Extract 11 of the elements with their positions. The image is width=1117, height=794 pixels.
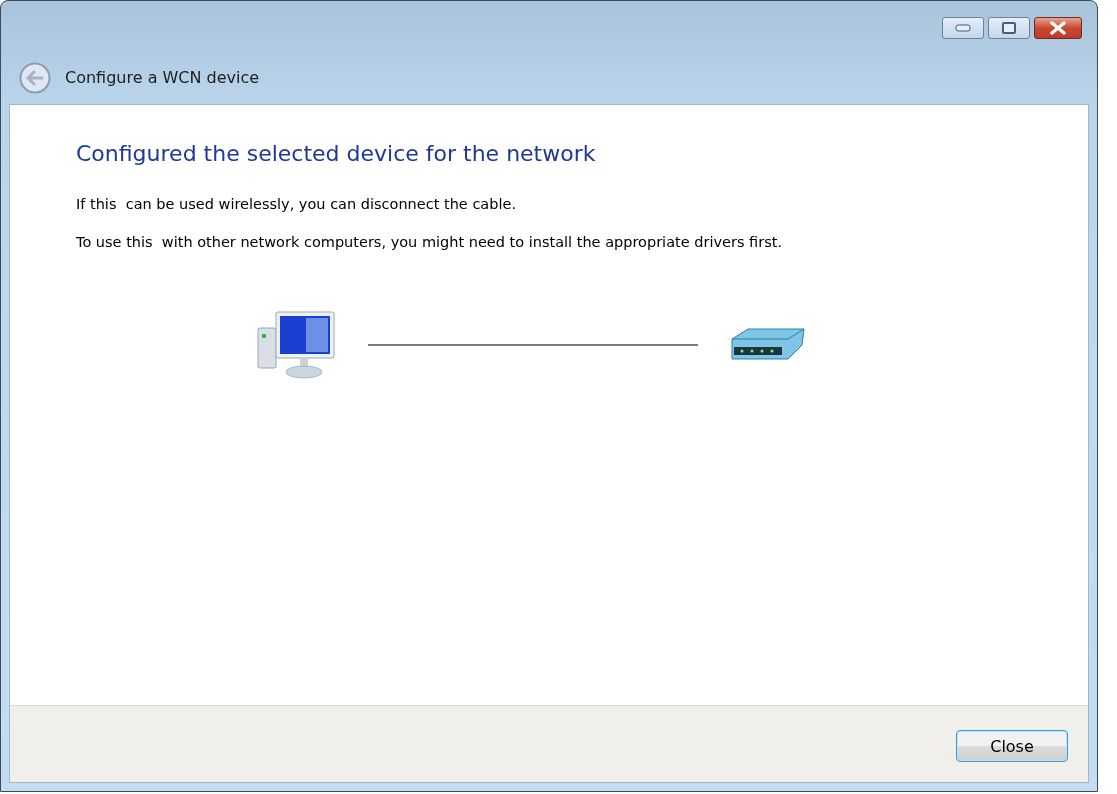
- maximize-button[interactable]: [988, 17, 1030, 39]
- instruction-text: If this can be used wirelessly, you can disconnect the cable.: [76, 196, 517, 212]
- close-icon: [1049, 21, 1067, 35]
- page-heading: Configured the selected device for the network: [76, 141, 597, 166]
- minimize-icon: [955, 24, 971, 32]
- maximize-icon: [1002, 22, 1016, 34]
- window-title: Configure a WCN device: [65, 68, 260, 87]
- instruction-text: To use this with other network computers, you might need to install the appropriate drivers first.: [76, 234, 784, 250]
- close-button[interactable]: Close: [956, 730, 1068, 762]
- close-window-button[interactable]: [1034, 17, 1082, 39]
- minimize-button[interactable]: [942, 17, 984, 39]
